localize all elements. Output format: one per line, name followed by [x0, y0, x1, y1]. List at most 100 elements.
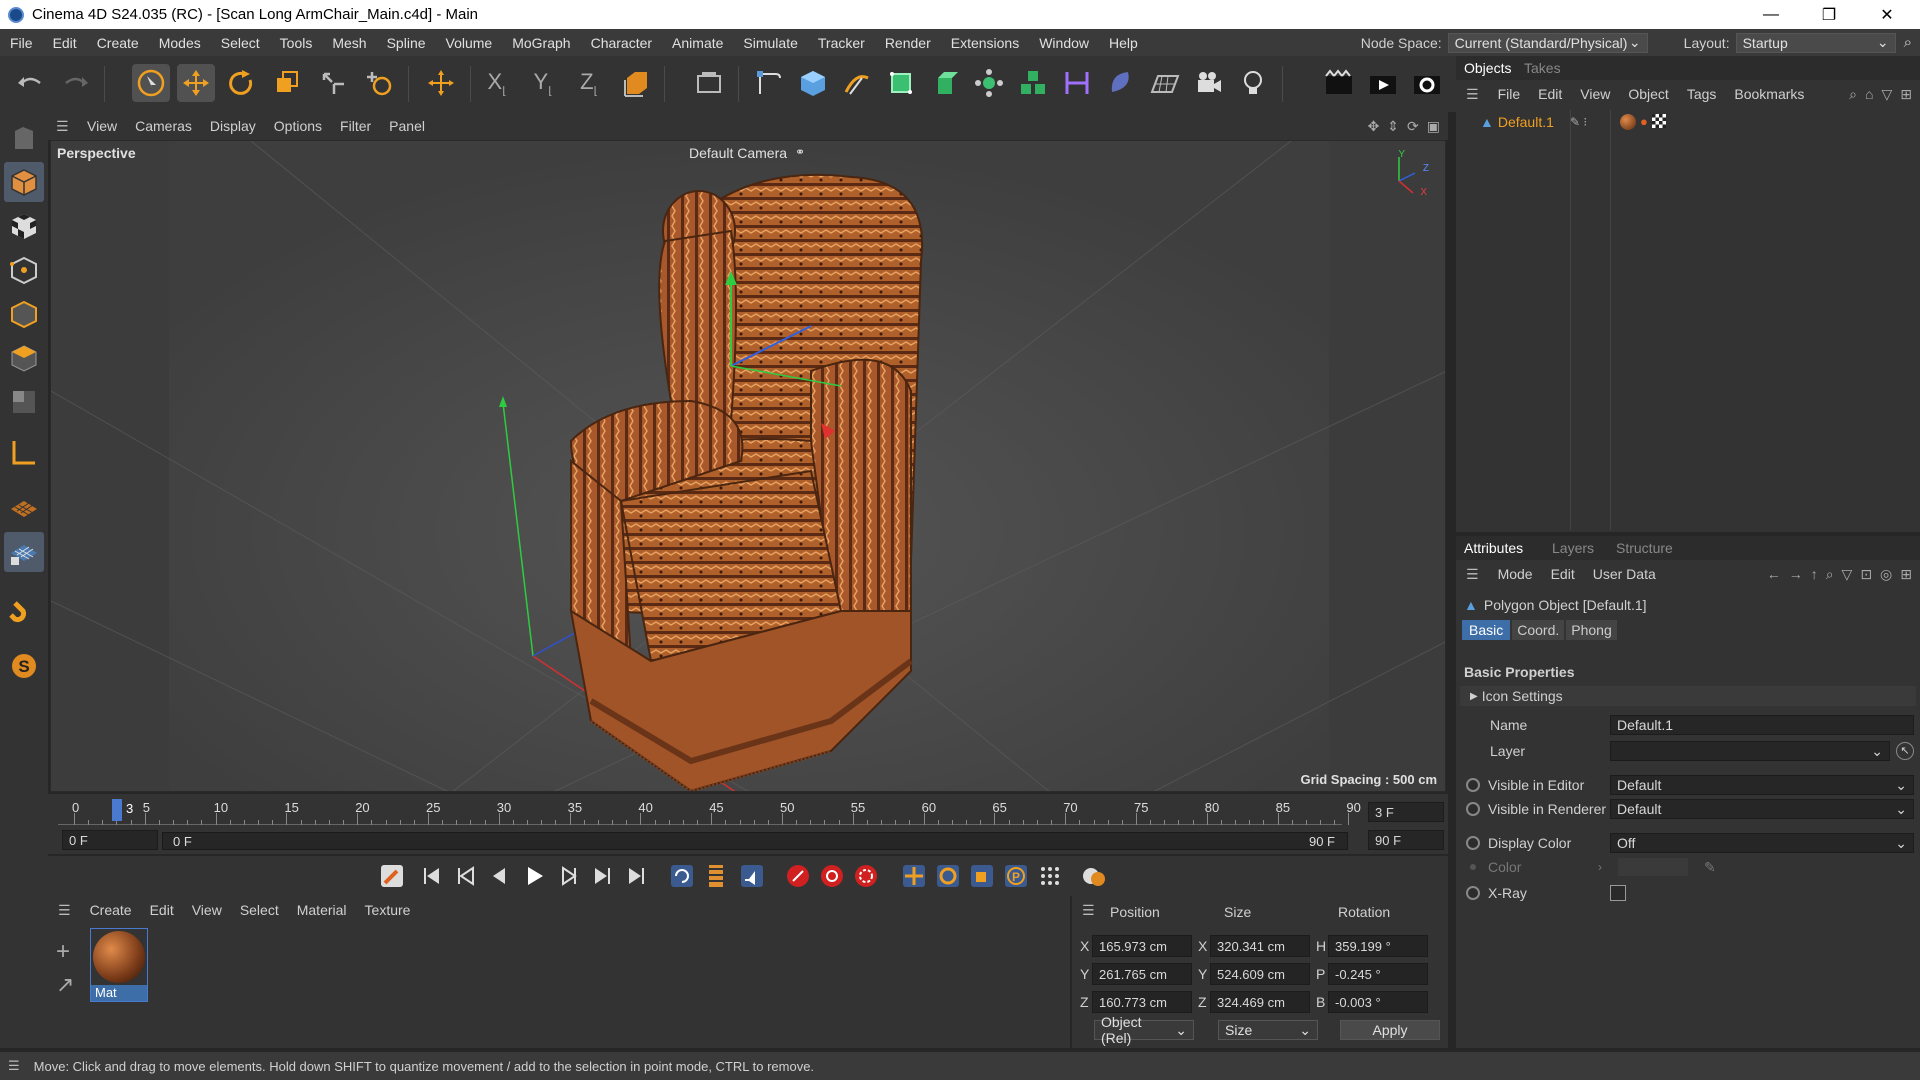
subtab-coord[interactable]: Coord.	[1512, 620, 1565, 640]
orbit-view-icon[interactable]: ⟳	[1407, 118, 1419, 135]
material-menu-edit[interactable]: Edit	[141, 902, 183, 918]
objects-menu-view[interactable]: View	[1571, 86, 1619, 102]
y-axis-lock-icon[interactable]: Y⌊	[524, 64, 562, 102]
viewport-menu-display[interactable]: Display	[201, 118, 265, 134]
search-icon[interactable]: ⌕	[1849, 86, 1857, 103]
material-menu-material[interactable]: Material	[288, 902, 356, 918]
end-frame-field[interactable]: 90 F	[1368, 830, 1444, 850]
subdivision-surface-icon[interactable]	[882, 64, 920, 102]
axis-move-icon[interactable]	[422, 64, 460, 102]
keyframe-selection-icon[interactable]	[850, 860, 882, 892]
filter-icon[interactable]: ▽	[1842, 566, 1853, 583]
viewport-menu-panel[interactable]: Panel	[380, 118, 434, 134]
menu-mesh[interactable]: Mesh	[322, 35, 376, 51]
previous-frame-icon[interactable]	[484, 860, 516, 892]
maximize-view-icon[interactable]: ▣	[1427, 118, 1440, 135]
viewport-menu-cameras[interactable]: Cameras	[126, 118, 201, 134]
render-to-picture-viewer-icon[interactable]	[1364, 64, 1402, 102]
phong-tag-icon[interactable]: ●	[1640, 114, 1648, 130]
chevron-right-icon[interactable]: ›	[1598, 860, 1602, 874]
layer-field[interactable]: ⌄	[1610, 741, 1890, 761]
objects-menu-bookmarks[interactable]: Bookmarks	[1725, 86, 1813, 102]
light-icon[interactable]	[1234, 64, 1272, 102]
viewport-menu-options[interactable]: Options	[265, 118, 331, 134]
menu-select[interactable]: Select	[211, 35, 270, 51]
undo-button[interactable]	[10, 64, 48, 102]
animate-radio-icon[interactable]	[1466, 802, 1480, 816]
hamburger-icon[interactable]: ☰	[8, 1058, 20, 1074]
objects-menu-tags[interactable]: Tags	[1678, 86, 1726, 102]
tab-layers[interactable]: Layers	[1552, 540, 1594, 556]
tab-attributes[interactable]: Attributes	[1464, 540, 1523, 556]
zoom-view-icon[interactable]: ⇕	[1387, 118, 1399, 135]
apply-button[interactable]: Apply	[1340, 1020, 1440, 1040]
hamburger-icon[interactable]: ☰	[1466, 86, 1479, 103]
render-view-icon[interactable]	[1320, 64, 1358, 102]
position-y-field[interactable]: 261.765 cm	[1092, 963, 1192, 985]
rotation-p-field[interactable]: -0.245 °	[1328, 963, 1428, 985]
live-selection-icon[interactable]	[132, 64, 170, 102]
parameter-key-icon[interactable]: P	[1000, 860, 1032, 892]
polygons-mode-icon[interactable]	[4, 338, 44, 378]
size-mode-dropdown[interactable]: Size ⌄	[1218, 1020, 1318, 1040]
field-icon[interactable]	[1102, 64, 1140, 102]
forward-arrow-icon[interactable]: →	[1789, 566, 1803, 583]
objects-menu-object[interactable]: Object	[1619, 86, 1677, 102]
start-frame-field[interactable]: 0 F	[62, 830, 158, 850]
layer-pick-icon[interactable]: ↖	[1896, 742, 1914, 760]
tab-objects[interactable]: Objects	[1464, 60, 1511, 76]
cloner-icon[interactable]	[970, 64, 1008, 102]
attributes-menu-edit[interactable]: Edit	[1542, 566, 1584, 582]
menu-tracker[interactable]: Tracker	[808, 35, 875, 51]
menu-extensions[interactable]: Extensions	[941, 35, 1029, 51]
object-row-default1[interactable]: ▲ Default.1 ✎ ⁝ ●	[1460, 110, 1916, 530]
menu-animate[interactable]: Animate	[662, 35, 733, 51]
coordinate-system-icon[interactable]	[617, 64, 655, 102]
rotation-key-icon[interactable]	[932, 860, 964, 892]
menu-tools[interactable]: Tools	[270, 35, 323, 51]
new-window-icon[interactable]: ⊞	[1900, 566, 1912, 583]
size-x-field[interactable]: 320.341 cm	[1210, 935, 1310, 957]
coordinate-mode-dropdown[interactable]: Object (Rel) ⌄	[1094, 1014, 1194, 1046]
node-space-dropdown[interactable]: Current (Standard/Physical) ⌄	[1447, 32, 1648, 53]
timeline-scheme-icon[interactable]	[1078, 860, 1110, 892]
attributes-menu-mode[interactable]: Mode	[1489, 566, 1542, 582]
scale-tool-icon[interactable]	[267, 64, 305, 102]
position-z-field[interactable]: 160.773 cm	[1092, 991, 1192, 1013]
viewport-perspective[interactable]: Perspective Default Camera ⚭ Y Z X Grid …	[50, 140, 1446, 792]
texture-mode-icon[interactable]	[4, 206, 44, 246]
hamburger-icon[interactable]: ☰	[56, 118, 72, 135]
lock-icon[interactable]: ⊡	[1860, 566, 1872, 583]
place-tool-icon[interactable]	[360, 64, 398, 102]
pan-view-icon[interactable]: ✥	[1368, 118, 1380, 135]
make-editable-icon[interactable]	[4, 118, 44, 158]
apply-material-icon[interactable]: ↗	[56, 972, 74, 998]
previous-key-icon[interactable]	[450, 860, 482, 892]
material-menu-texture[interactable]: Texture	[356, 902, 420, 918]
go-to-start-icon[interactable]	[416, 860, 448, 892]
menu-mograph[interactable]: MoGraph	[502, 35, 580, 51]
menu-modes[interactable]: Modes	[149, 35, 211, 51]
loop-icon[interactable]	[666, 860, 698, 892]
soft-selection-icon[interactable]: S	[4, 646, 44, 686]
position-key-icon[interactable]	[898, 860, 930, 892]
viewport-menu-view[interactable]: View	[78, 118, 126, 134]
sound-icon[interactable]	[736, 860, 768, 892]
preview-range-icon[interactable]	[700, 860, 732, 892]
home-icon[interactable]: ⌂	[1865, 86, 1873, 103]
render-settings-icon[interactable]	[1408, 64, 1446, 102]
search-icon[interactable]: ⌕	[1904, 34, 1912, 51]
camera-label[interactable]: Default Camera	[689, 145, 787, 161]
menu-spline[interactable]: Spline	[377, 35, 436, 51]
back-arrow-icon[interactable]: ←	[1767, 566, 1781, 583]
hamburger-icon[interactable]: ☰	[1466, 566, 1479, 583]
up-arrow-icon[interactable]: ↑	[1811, 566, 1818, 583]
tab-takes[interactable]: Takes	[1524, 60, 1561, 76]
size-z-field[interactable]: 324.469 cm	[1210, 991, 1310, 1013]
axis-mode-icon[interactable]	[4, 432, 44, 472]
hamburger-icon[interactable]: ☰	[1082, 902, 1095, 919]
uvw-tag-icon[interactable]	[1651, 114, 1666, 128]
tab-structure[interactable]: Structure	[1616, 540, 1673, 556]
minimize-button[interactable]: —	[1742, 0, 1800, 29]
menu-edit[interactable]: Edit	[43, 35, 87, 51]
